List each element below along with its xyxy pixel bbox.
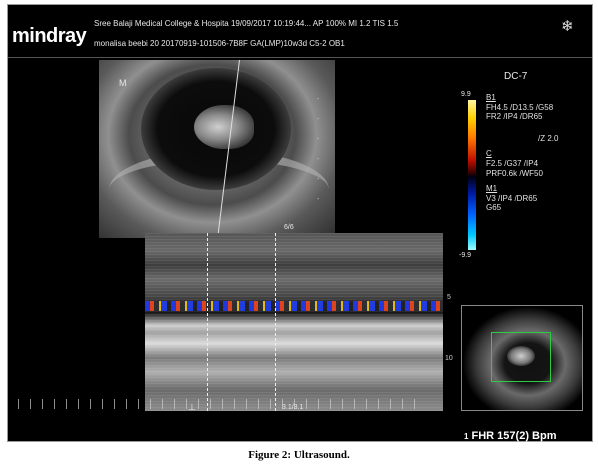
- c-line-1: F2.5 /G37 /IP4: [486, 158, 539, 168]
- time-axis-ticks: [18, 399, 418, 409]
- c-line-2: PRF0.6k /WF50: [486, 168, 543, 178]
- fhr-text: FHR 157(2) Bpm: [471, 430, 557, 442]
- header-line-1: Sree Balaji Medical College & Hospita 19…: [94, 19, 399, 28]
- color-scale-bar: [468, 100, 476, 250]
- depth-label-5: 5: [447, 294, 451, 301]
- b-mode-marker: M: [119, 78, 127, 88]
- ultrasound-screen: mindray Sree Balaji Medical College & Ho…: [7, 4, 593, 442]
- reference-thumbnail[interactable]: [461, 305, 583, 411]
- fhr-readout: 1 FHR 157(2) Bpm: [464, 430, 556, 442]
- m1-title: M1: [486, 184, 498, 194]
- depth-scale: ------: [317, 96, 320, 203]
- caliper-line-2[interactable]: [275, 233, 276, 411]
- m1-line-2: G65: [486, 203, 502, 213]
- figure-caption: Figure 2: Ultrasound.: [248, 449, 350, 461]
- b1-line-1: FH4.5 /D13.5 /G58: [486, 102, 554, 112]
- b1-line-2: FR2 /IP4 /DR65: [486, 112, 543, 122]
- header-line-2: monalisa beebi 20 20170919-101506-7B8F G…: [94, 39, 345, 48]
- color-scale-bottom: -9.9: [459, 252, 472, 259]
- preset-label: DC-7: [504, 71, 528, 82]
- parameter-panel: B1 FH4.5 /D13.5 /G58 FR2 /IP4 /DR65 /Z 2…: [486, 93, 558, 213]
- brand-logo: mindray: [12, 25, 87, 47]
- c-title: C: [486, 149, 492, 159]
- color-m-mode-band: [145, 301, 443, 311]
- color-scale-top: 9.9: [461, 91, 471, 98]
- sweep-label: 6/6: [284, 224, 294, 231]
- fetus-image: [194, 105, 254, 149]
- caliper-line-1[interactable]: [207, 233, 208, 411]
- b1-title: B1: [486, 93, 496, 102]
- depth-label-10: 10: [445, 355, 453, 362]
- time-marker-icon: ⊥: [188, 402, 196, 412]
- m-mode-texture: [145, 233, 443, 411]
- time-ratio-label: 3.1/3.1: [282, 404, 304, 411]
- zoom-line: /Z 2.0: [538, 133, 559, 143]
- m1-line-1: V3 /IP4 /DR65: [486, 193, 538, 203]
- b-mode-image[interactable]: M ------: [99, 60, 335, 238]
- header-divider: [8, 57, 592, 58]
- m-mode-strip[interactable]: [145, 233, 443, 411]
- snowflake-icon[interactable]: ❄: [561, 17, 579, 35]
- roi-box[interactable]: [491, 332, 551, 382]
- fhr-index: 1: [464, 432, 469, 441]
